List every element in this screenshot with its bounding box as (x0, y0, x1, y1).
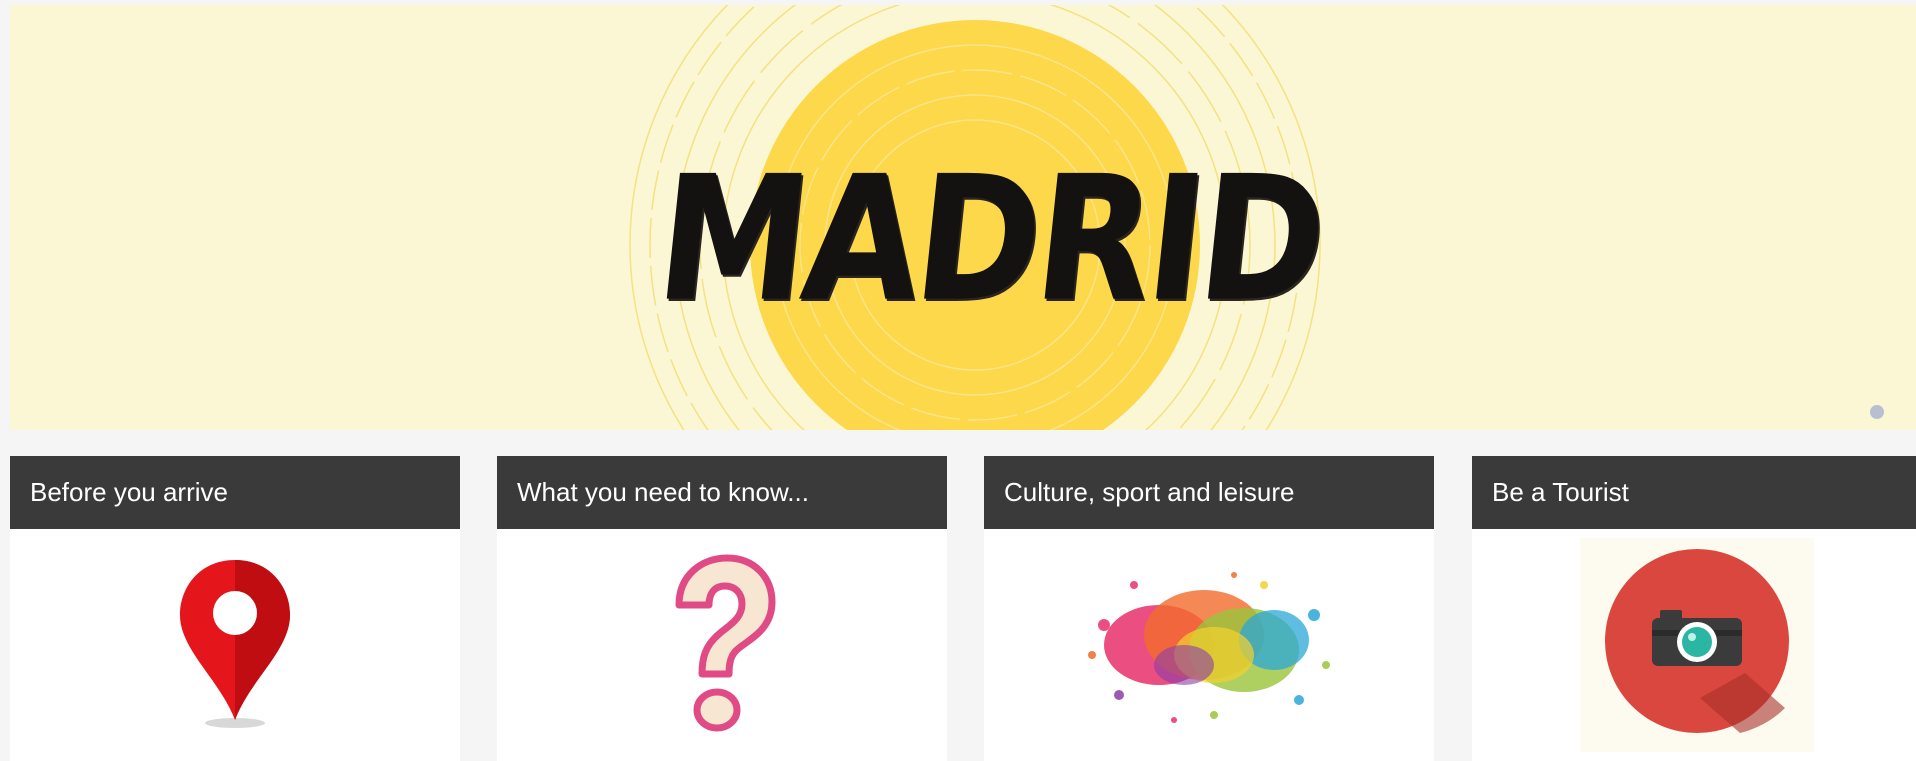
card-title: Be a Tourist (1472, 456, 1916, 529)
hero-banner: MADRID (10, 5, 1916, 430)
question-mark-icon (675, 554, 776, 732)
hero-title: MADRID (648, 139, 1332, 341)
camera-icon (1580, 538, 1814, 752)
card-culture-sport-leisure[interactable]: Culture, sport and leisure (984, 456, 1434, 761)
color-splash-icon (1088, 572, 1330, 723)
card-be-a-tourist[interactable]: Be a Tourist (1472, 456, 1916, 761)
card-what-you-need-to-know[interactable]: What you need to know... (497, 456, 947, 761)
carousel-dot[interactable] (1870, 405, 1884, 419)
card-title: What you need to know... (497, 456, 947, 529)
card-title: Before you arrive (10, 456, 460, 529)
card-before-you-arrive[interactable]: Before you arrive (10, 456, 460, 761)
location-pin-icon (180, 560, 290, 728)
card-title: Culture, sport and leisure (984, 456, 1434, 529)
